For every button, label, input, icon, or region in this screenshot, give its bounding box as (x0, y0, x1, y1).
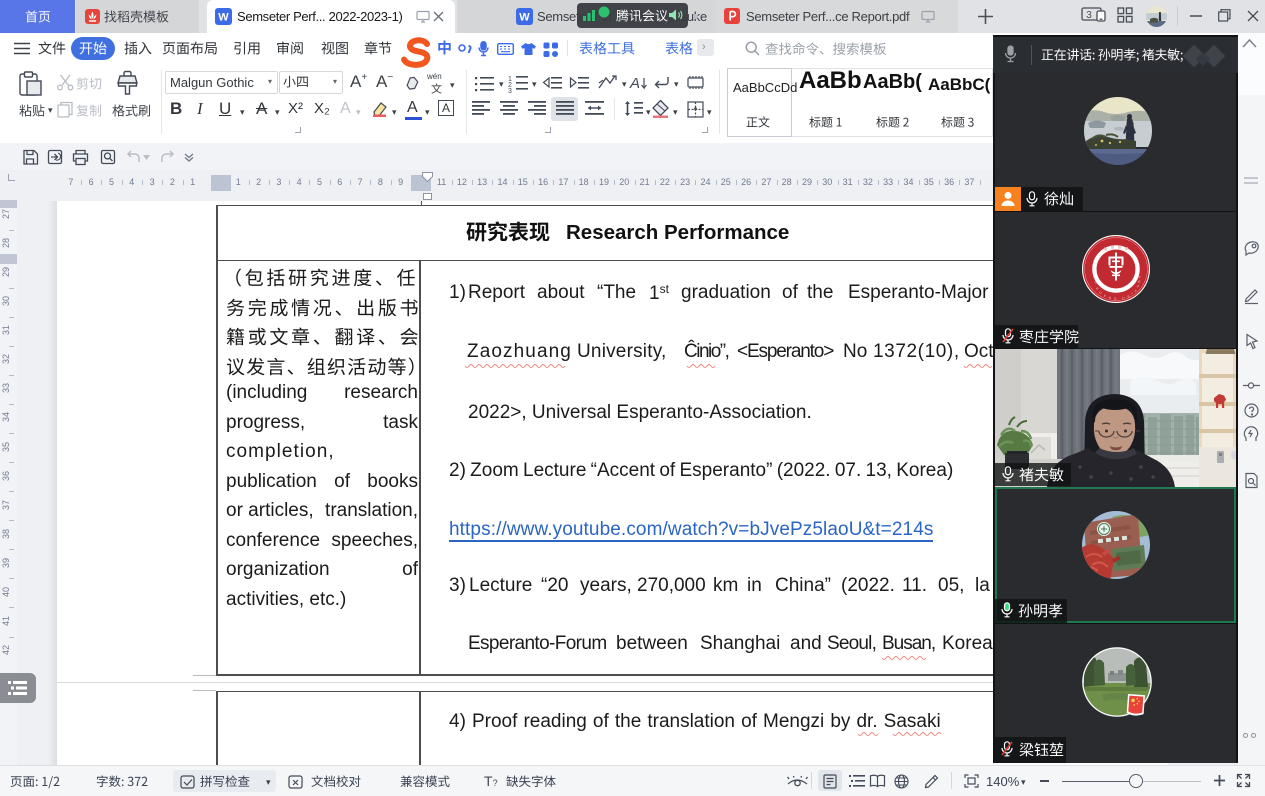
svg-text:3: 3 (508, 88, 512, 95)
svg-text:W: W (519, 12, 530, 24)
svg-text:W: W (218, 12, 229, 24)
svg-text:A: A (629, 75, 640, 92)
svg-text:3: 3 (1086, 10, 1092, 21)
